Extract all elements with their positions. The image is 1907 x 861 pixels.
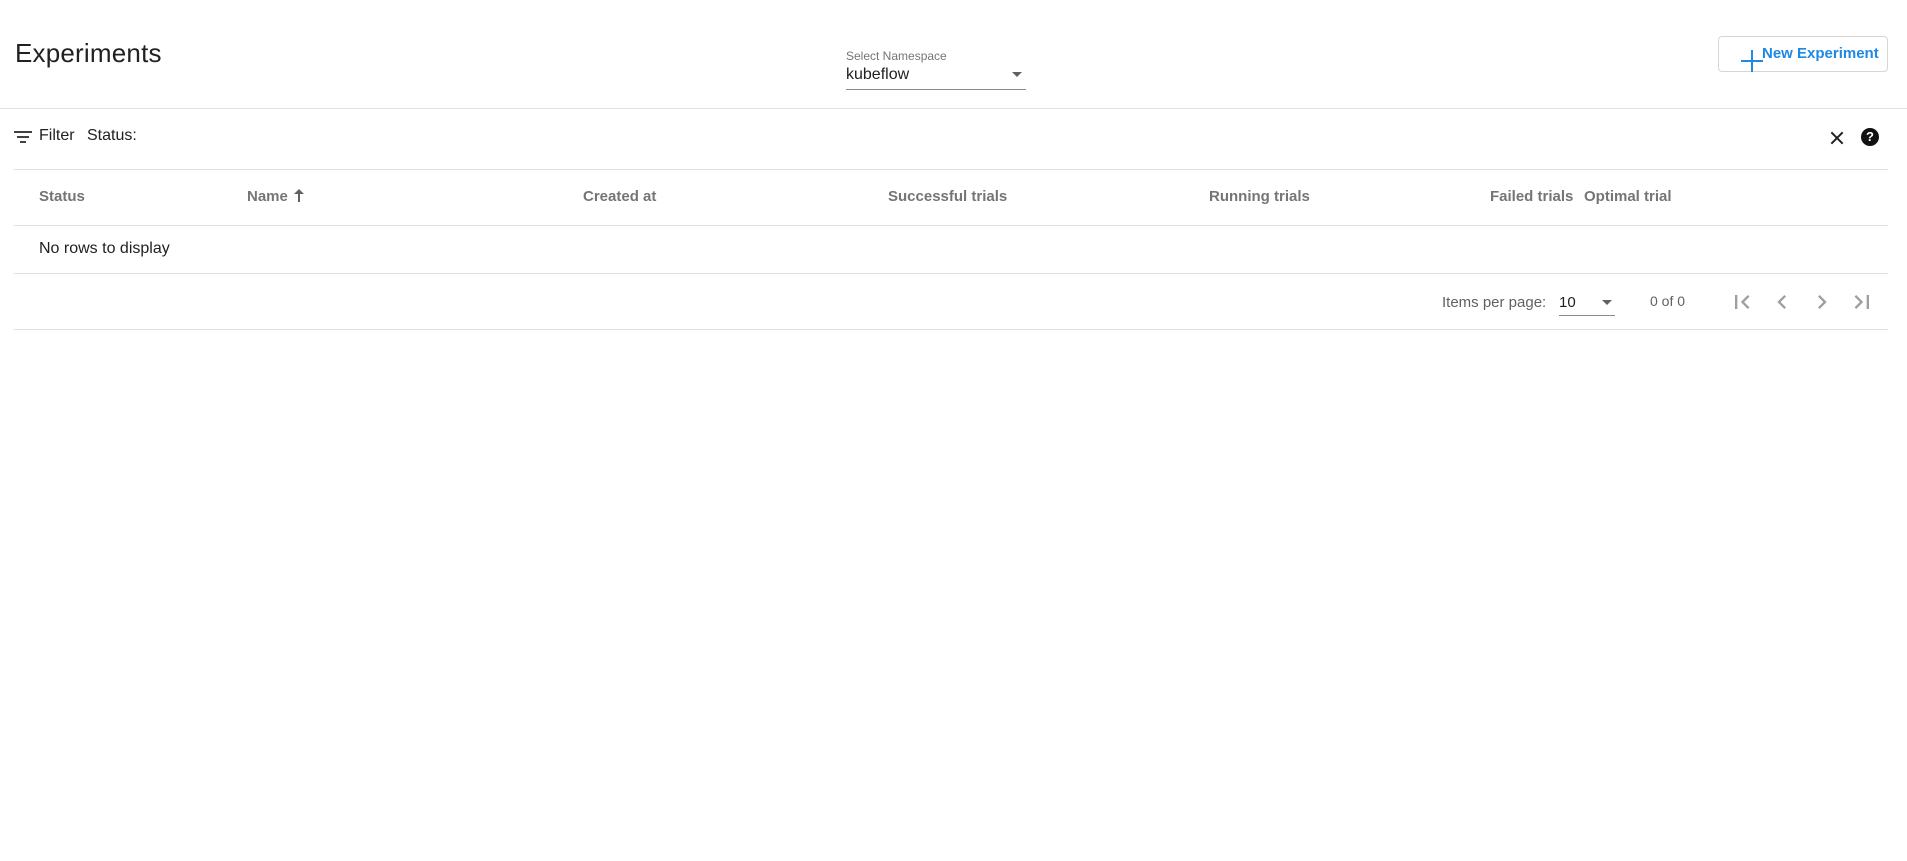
new-experiment-label: New Experiment <box>1762 45 1879 62</box>
column-header-status[interactable]: Status <box>39 188 85 205</box>
column-header-created-at[interactable]: Created at <box>583 188 656 205</box>
empty-table-message: No rows to display <box>39 240 170 257</box>
page-header: Experiments Select Namespace kubeflow Ne… <box>0 0 1907 109</box>
items-per-page-label: Items per page: <box>1442 294 1547 311</box>
filter-label: Filter <box>39 127 75 144</box>
arrow-up-icon <box>293 189 304 202</box>
column-header-optimal-trial[interactable]: Optimal trial <box>1584 188 1672 205</box>
help-icon[interactable]: ? <box>1861 128 1879 146</box>
next-page-button[interactable] <box>1808 288 1836 316</box>
plus-icon <box>1741 50 1763 72</box>
namespace-select-label: Select Namespace <box>846 49 947 63</box>
paginator: Items per page: 10 0 of 0 <box>14 274 1888 330</box>
last-page-button[interactable] <box>1848 288 1876 316</box>
page: Experiments Select Namespace kubeflow Ne… <box>0 0 1907 861</box>
table-empty-row: No rows to display <box>14 226 1888 274</box>
table-header: Status Name Created at Successful trials… <box>14 170 1888 226</box>
page-title: Experiments <box>15 38 162 68</box>
previous-page-button[interactable] <box>1768 288 1796 316</box>
filter-icon <box>14 129 32 145</box>
close-icon[interactable] <box>1827 128 1847 148</box>
previous-page-icon <box>1777 295 1786 309</box>
column-header-successful-trials[interactable]: Successful trials <box>888 188 1007 205</box>
first-page-button[interactable] <box>1728 288 1756 316</box>
page-range-label: 0 of 0 <box>1650 293 1686 309</box>
column-header-name[interactable]: Name <box>247 188 304 205</box>
last-page-icon <box>1854 295 1869 309</box>
first-page-icon <box>1735 295 1750 309</box>
dropdown-arrow-icon <box>1012 72 1022 77</box>
items-per-page-value: 10 <box>1559 294 1576 311</box>
items-per-page-select[interactable]: 10 <box>1559 290 1615 316</box>
next-page-icon <box>1818 295 1827 309</box>
new-experiment-button[interactable]: New Experiment <box>1718 36 1888 72</box>
namespace-select-value: kubeflow <box>846 66 910 83</box>
namespace-select[interactable]: Select Namespace kubeflow <box>846 47 1026 90</box>
filter-bar: Filter Status: ? <box>14 110 1888 170</box>
dropdown-arrow-icon <box>1602 300 1612 305</box>
status-filter-input[interactable]: Status: <box>87 127 137 145</box>
column-header-running-trials[interactable]: Running trials <box>1209 188 1310 205</box>
column-header-failed-trials[interactable]: Failed trials <box>1490 188 1573 205</box>
